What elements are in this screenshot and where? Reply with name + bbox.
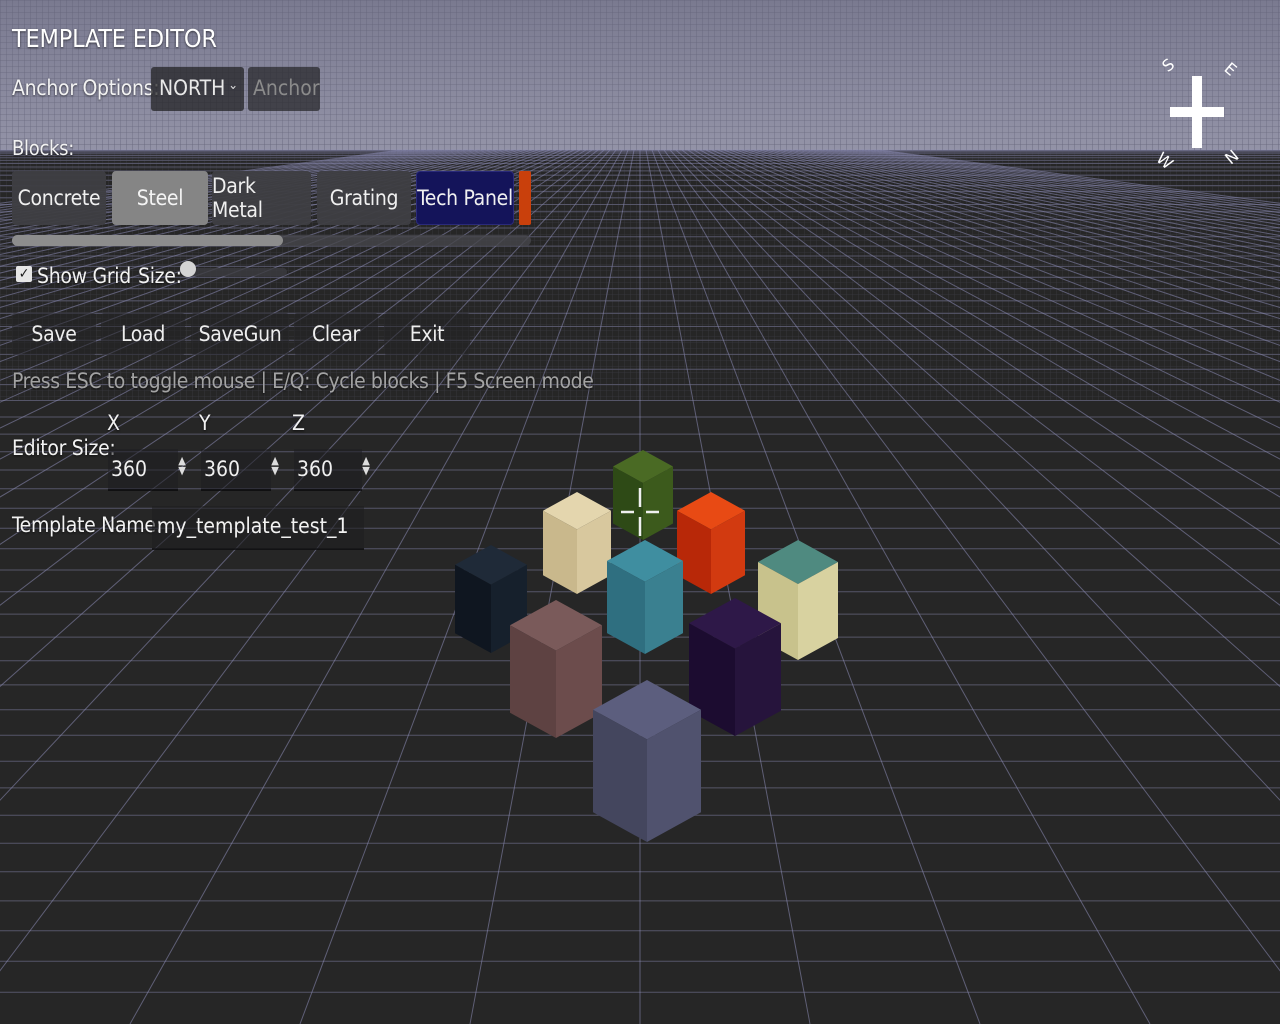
editor-size-label: Editor Size: xyxy=(12,436,116,460)
compass-letter-w: W xyxy=(1153,149,1177,172)
size-y-input[interactable]: 360 ▲ ▼ xyxy=(201,449,279,491)
template-name-label: Template Name: xyxy=(12,513,162,537)
blocks-label: Blocks: xyxy=(12,136,75,160)
block-button-grating[interactable]: Grating xyxy=(317,171,411,225)
block-button-next-partial[interactable] xyxy=(519,171,531,225)
compass-letter-e: E xyxy=(1221,59,1241,80)
load-button[interactable]: Load xyxy=(101,313,185,355)
blocks-scrollbar-thumb[interactable] xyxy=(12,235,283,246)
editor-overlay: TEMPLATE EDITOR Anchor Options: NORTH ⌄ … xyxy=(0,0,1280,1024)
size-x-input[interactable]: 360 ▲ ▼ xyxy=(108,449,186,491)
anchor-select-value: NORTH xyxy=(159,76,226,100)
spinner-arrows-icon[interactable]: ▲ ▼ xyxy=(360,455,372,476)
template-name-input[interactable]: my_template_test_1 xyxy=(152,506,364,550)
grid-size-slider-handle[interactable] xyxy=(180,261,196,277)
anchor-options-label: Anchor Options: xyxy=(12,76,160,100)
block-button-steel[interactable]: Steel xyxy=(112,171,208,225)
axis-z-label: Z xyxy=(292,411,305,435)
save-gun-button[interactable]: SaveGun xyxy=(191,313,289,355)
show-grid-label: Show Grid xyxy=(37,264,131,288)
exit-button[interactable]: Exit xyxy=(384,313,470,355)
size-x-value: 360 xyxy=(111,457,148,481)
block-button-concrete[interactable]: Concrete xyxy=(12,171,106,225)
spinner-arrows-icon[interactable]: ▲ ▼ xyxy=(269,455,281,476)
clear-button[interactable]: Clear xyxy=(294,313,378,355)
compass-letter-s: S xyxy=(1158,55,1178,76)
size-z-input[interactable]: 360 ▲ ▼ xyxy=(294,449,370,491)
grid-size-slider-track[interactable] xyxy=(187,268,287,276)
compass-letter-n: N xyxy=(1221,146,1242,168)
save-button[interactable]: Save xyxy=(12,313,96,355)
size-z-value: 360 xyxy=(297,457,334,481)
anchor-button[interactable]: Anchor xyxy=(248,67,320,111)
size-y-value: 360 xyxy=(204,457,241,481)
block-button-tech-panel[interactable]: Tech Panel xyxy=(416,171,514,225)
chevron-down-icon: ⌄ xyxy=(228,78,238,93)
axis-y-label: Y xyxy=(199,411,211,435)
block-button-dark-metal[interactable]: Dark Metal xyxy=(212,171,311,225)
compass-icon: S E N W xyxy=(1153,55,1243,172)
controls-hint: Press ESC to toggle mouse | E/Q: Cycle b… xyxy=(12,369,594,393)
anchor-select[interactable]: NORTH ⌄ xyxy=(151,67,244,111)
show-grid-checkbox[interactable]: ✓ xyxy=(16,266,32,282)
editor-title: TEMPLATE EDITOR xyxy=(12,24,217,53)
axis-x-label: X xyxy=(107,411,120,435)
spinner-arrows-icon[interactable]: ▲ ▼ xyxy=(176,455,188,476)
grid-size-label: Size: xyxy=(138,264,182,288)
